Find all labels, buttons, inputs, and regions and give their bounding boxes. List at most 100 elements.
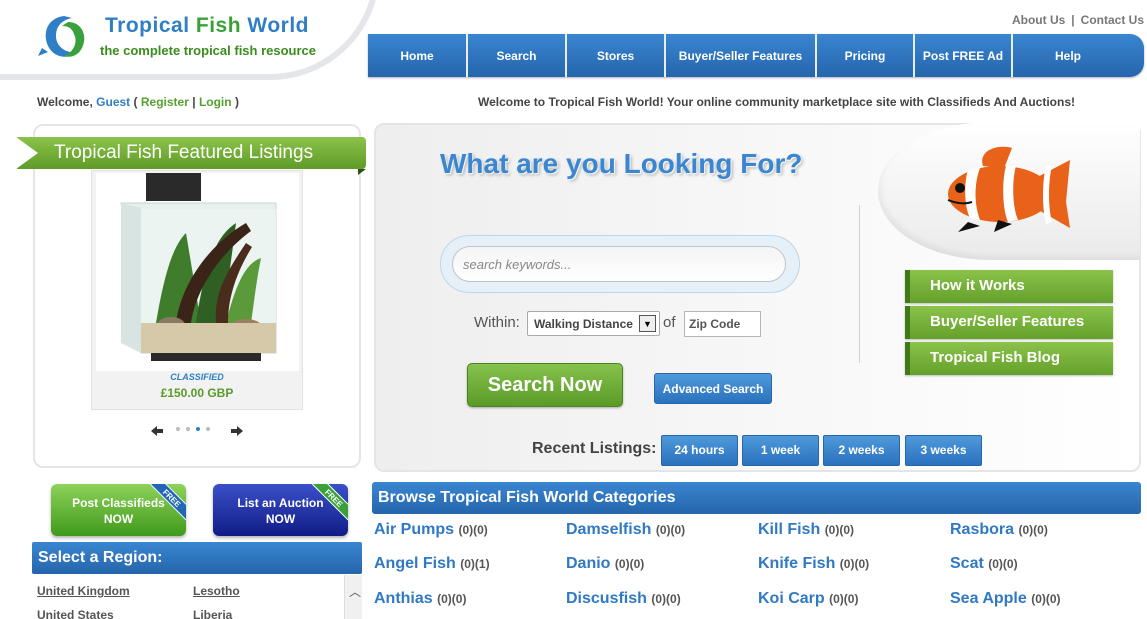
post-classifieds-button[interactable]: Post Classifieds NOW FREE	[51, 484, 186, 536]
category-link[interactable]: Sea Apple (0)(0)	[950, 590, 1061, 608]
contact-us-link[interactable]: Contact Us	[1081, 13, 1144, 27]
category-name: Koi Carp	[758, 590, 825, 607]
logo-area[interactable]: Tropical Fish World the complete tropica…	[0, 0, 385, 82]
nav-stores[interactable]: Stores	[567, 34, 666, 77]
category-name: Anthias	[374, 590, 433, 607]
guest-username: Guest	[96, 95, 131, 109]
category-count: (0)(1)	[460, 557, 490, 571]
carousel-dot[interactable]	[176, 427, 180, 431]
logo-title-word-3: World	[247, 14, 309, 37]
category-link[interactable]: Kill Fish (0)(0)	[758, 521, 854, 539]
logo-title-word-1: Tropical	[105, 14, 190, 37]
nav-buyer-seller-features[interactable]: Buyer/Seller Features	[666, 34, 817, 77]
featured-listing-card[interactable]: CLASSIFIED £150.00 GBP	[91, 170, 303, 410]
search-now-button[interactable]: Search Now	[467, 363, 623, 407]
region-united-kingdom[interactable]: United Kingdom	[37, 584, 130, 598]
list-auction-now: NOW	[265, 512, 296, 526]
category-count: (0)(0)	[988, 557, 1018, 571]
scroll-up-icon[interactable]: ︿	[349, 583, 361, 600]
distance-select[interactable]: Walking Distance ▼	[527, 311, 660, 336]
nav-post-free-ad[interactable]: Post FREE Ad	[915, 34, 1013, 77]
category-link[interactable]: Scat (0)(0)	[950, 555, 1018, 573]
category-link[interactable]: Koi Carp (0)(0)	[758, 590, 858, 608]
category-name: Knife Fish	[758, 555, 836, 572]
nav-help[interactable]: Help	[1013, 34, 1123, 77]
category-name: Angel Fish	[374, 555, 456, 572]
category-count: (0)(0)	[437, 592, 467, 606]
region-list: United Kingdom Lesotho United States Lib…	[32, 575, 362, 619]
category-name: Air Pumps	[374, 521, 455, 538]
category-count: (0)(0)	[458, 523, 488, 537]
region-lesotho[interactable]: Lesotho	[193, 584, 240, 598]
chevron-down-icon[interactable]: ▼	[639, 315, 656, 332]
category-link[interactable]: Damselfish (0)(0)	[566, 521, 685, 539]
search-title: What are you Looking For?	[440, 148, 803, 179]
nav-search[interactable]: Search	[468, 34, 567, 77]
category-name: Sea Apple	[950, 590, 1027, 607]
welcome-message: Welcome to Tropical Fish World! Your onl…	[478, 95, 1075, 109]
category-count: (0)(0)	[829, 592, 859, 606]
top-links: About Us | Contact Us	[1012, 13, 1144, 27]
category-link[interactable]: Knife Fish (0)(0)	[758, 555, 869, 573]
category-name: Discusfish	[566, 590, 647, 607]
carousel-dots	[176, 427, 210, 431]
about-us-link[interactable]: About Us	[1012, 13, 1065, 27]
recent-3-weeks-button[interactable]: 3 weeks	[905, 435, 982, 466]
welcome-prefix: Welcome,	[37, 95, 93, 109]
category-link[interactable]: Air Pumps (0)(0)	[374, 521, 488, 539]
carousel-prev-arrow-icon[interactable]	[150, 424, 164, 438]
logo-title: Tropical Fish World	[105, 14, 309, 38]
welcome-pipe: |	[192, 95, 196, 109]
category-name: Danio	[566, 555, 611, 572]
recent-listings-label: Recent Listings:	[532, 440, 657, 457]
logo-subtitle: the complete tropical fish resource	[100, 43, 317, 58]
region-united-states[interactable]: United States	[37, 608, 114, 619]
logo-title-word-2: Fish	[195, 14, 242, 37]
of-label: of	[663, 314, 676, 331]
how-it-works-link[interactable]: How it Works	[905, 270, 1113, 303]
category-count: (0)(0)	[1018, 523, 1048, 537]
main-nav: Home Search Stores Buyer/Seller Features…	[368, 34, 1144, 77]
browse-categories-title: Browse Tropical Fish World Categories	[372, 482, 1141, 514]
carousel-next-arrow-icon[interactable]	[230, 424, 244, 438]
nav-pricing[interactable]: Pricing	[817, 34, 915, 77]
post-classifieds-now: NOW	[103, 512, 134, 526]
welcome-close-paren: )	[234, 95, 239, 109]
nav-home[interactable]: Home	[368, 34, 468, 77]
listing-type-label: CLASSIFIED	[170, 372, 224, 382]
category-link[interactable]: Angel Fish (0)(1)	[374, 555, 490, 573]
top-links-separator: |	[1071, 13, 1075, 27]
category-link[interactable]: Anthias (0)(0)	[374, 590, 466, 608]
search-panel-divider	[859, 205, 860, 363]
recent-2-weeks-button[interactable]: 2 weeks	[823, 435, 900, 466]
recent-1-week-button[interactable]: 1 week	[742, 435, 819, 466]
category-count: (0)(0)	[839, 557, 870, 571]
tropical-fish-blog-link[interactable]: Tropical Fish Blog	[905, 342, 1113, 375]
listing-price: £150.00 GBP	[160, 386, 234, 400]
search-keywords-input[interactable]	[452, 246, 786, 282]
featured-listings-title: Tropical Fish Featured Listings	[16, 137, 366, 175]
zip-code-input[interactable]	[684, 311, 761, 337]
recent-24-hours-button[interactable]: 24 hours	[661, 435, 738, 466]
region-scrollbar[interactable]: ︿	[344, 575, 362, 619]
advanced-search-button[interactable]: Advanced Search	[654, 373, 772, 404]
category-link[interactable]: Rasbora (0)(0)	[950, 521, 1048, 539]
category-link[interactable]: Danio (0)(0)	[566, 555, 644, 573]
distance-select-value: Walking Distance	[534, 317, 633, 331]
category-count: (0)(0)	[655, 523, 686, 537]
category-name: Scat	[950, 555, 984, 572]
featured-carousel-controls	[150, 424, 246, 440]
welcome-user: Welcome, Guest ( Register | Login )	[37, 95, 239, 109]
login-link[interactable]: Login	[199, 95, 232, 109]
welcome-open-paren: (	[133, 95, 138, 109]
select-region-title: Select a Region:	[32, 542, 362, 574]
region-liberia[interactable]: Liberia	[193, 608, 232, 619]
category-link[interactable]: Discusfish (0)(0)	[566, 590, 681, 608]
within-label: Within:	[474, 314, 520, 331]
carousel-dot-active[interactable]	[196, 427, 200, 431]
buyer-seller-features-link[interactable]: Buyer/Seller Features	[905, 306, 1113, 339]
register-link[interactable]: Register	[141, 95, 189, 109]
carousel-dot[interactable]	[186, 427, 190, 431]
list-auction-button[interactable]: List an Auction NOW FREE	[213, 484, 348, 536]
carousel-dot[interactable]	[206, 427, 210, 431]
